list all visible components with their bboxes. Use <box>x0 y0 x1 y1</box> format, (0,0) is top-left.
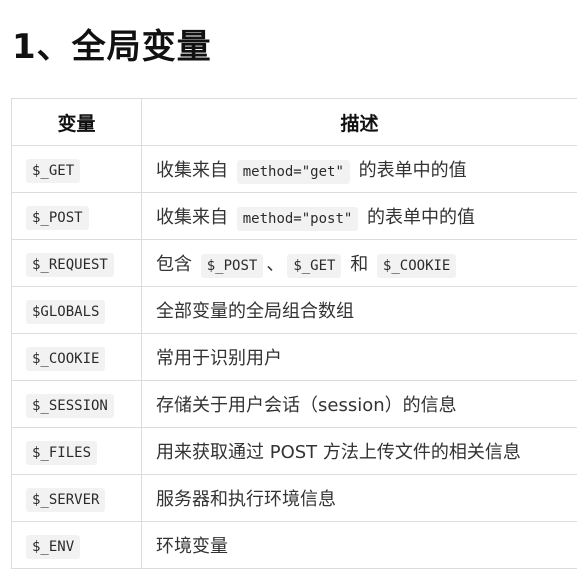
inline-code: method="get" <box>236 160 350 184</box>
description-cell: 常用于识别用户 <box>141 333 577 381</box>
page-heading: 1、全局变量 <box>12 27 212 67</box>
inline-code: $_POST <box>200 254 264 278</box>
description-text: 常用于识别用户 <box>156 348 282 369</box>
description-text: 包含 <box>156 254 198 275</box>
table-row: $_FILES 用来获取通过 POST 方法上传文件的相关信息 <box>11 427 577 475</box>
variable-cell: $_FILES <box>11 427 142 475</box>
table-header-row: 变量 描述 <box>11 98 577 146</box>
variable-cell: $_SESSION <box>11 380 142 428</box>
variable-name: $_FILES <box>26 440 98 465</box>
superglobals-table: 变量 描述 $_GET 收集来自 method="get" 的表单中的值 $_POS… <box>11 98 577 569</box>
variable-cell: $_ENV <box>11 521 142 569</box>
variable-name: $GLOBALS <box>26 299 106 324</box>
description-cell: 用来获取通过 POST 方法上传文件的相关信息 <box>141 427 577 475</box>
header-description: 描述 <box>141 98 577 146</box>
variable-cell: $_POST <box>11 192 142 240</box>
table-row: $_GET 收集来自 method="get" 的表单中的值 <box>11 145 577 193</box>
description-cell: 收集来自 method="post" 的表单中的值 <box>141 192 577 240</box>
inline-code: method="post" <box>236 207 359 231</box>
variable-name: $_ENV <box>26 534 81 559</box>
description-text: 环境变量 <box>156 536 228 557</box>
table-body: $_GET 收集来自 method="get" 的表单中的值 $_POST 收集来自 … <box>11 145 577 569</box>
header-variable: 变量 <box>11 98 142 146</box>
table-row: $_SERVER 服务器和执行环境信息 <box>11 474 577 522</box>
description-text: 的表单中的值 <box>352 160 467 181</box>
description-cell: 环境变量 <box>141 521 577 569</box>
variable-name: $_POST <box>26 205 89 230</box>
table-row: $_POST 收集来自 method="post" 的表单中的值 <box>11 192 577 240</box>
variable-cell: $_REQUEST <box>11 239 142 287</box>
description-text: 的表单中的值 <box>361 207 476 228</box>
table-row: $_ENV 环境变量 <box>11 521 577 569</box>
variable-cell: $_GET <box>11 145 142 193</box>
description-cell: 收集来自 method="get" 的表单中的值 <box>141 145 577 193</box>
table-row: $_SESSION 存储关于用户会话（session）的信息 <box>11 380 577 428</box>
table-row: $_COOKIE 常用于识别用户 <box>11 333 577 381</box>
description-text: 、 <box>266 254 285 275</box>
table-row: $_REQUEST 包含 $_POST、 $_GET 和 $_COOKIE <box>11 239 577 287</box>
description-text: 服务器和执行环境信息 <box>156 489 336 510</box>
description-cell: 全部变量的全局组合数组 <box>141 286 577 334</box>
variable-name: $_REQUEST <box>26 252 114 277</box>
inline-code: $_GET <box>287 254 342 278</box>
description-cell: 服务器和执行环境信息 <box>141 474 577 522</box>
table-row: $GLOBALS 全部变量的全局组合数组 <box>11 286 577 334</box>
variable-name: $_GET <box>26 158 81 183</box>
description-text: 和 <box>344 254 374 275</box>
description-cell: 包含 $_POST、 $_GET 和 $_COOKIE <box>141 239 577 287</box>
variable-name: $_COOKIE <box>26 346 106 371</box>
variable-cell: $GLOBALS <box>11 286 142 334</box>
description-text: 收集来自 <box>156 207 234 228</box>
variable-name: $_SERVER <box>26 487 106 512</box>
variable-cell: $_SERVER <box>11 474 142 522</box>
description-text: 存储关于用户会话（session）的信息 <box>156 395 457 416</box>
description-text: 收集来自 <box>156 160 234 181</box>
description-text: 用来获取通过 POST 方法上传文件的相关信息 <box>156 442 521 463</box>
inline-code: $_COOKIE <box>376 254 457 278</box>
variable-name: $_SESSION <box>26 393 114 418</box>
description-cell: 存储关于用户会话（session）的信息 <box>141 380 577 428</box>
variable-cell: $_COOKIE <box>11 333 142 381</box>
description-text: 全部变量的全局组合数组 <box>156 301 354 322</box>
